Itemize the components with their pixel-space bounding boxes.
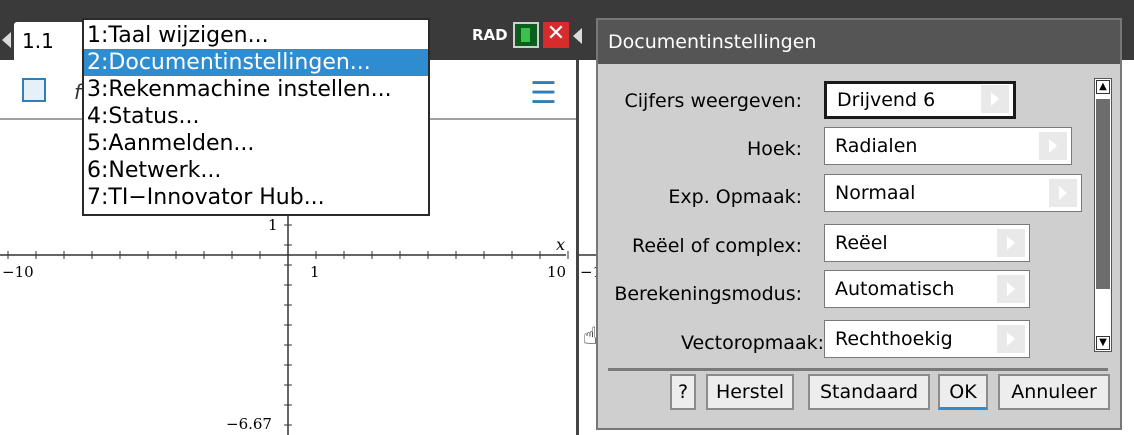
select-real-complex[interactable]: Reëel [824, 224, 1030, 262]
select-angle-value: Radialen [835, 135, 918, 157]
menu-item[interactable]: 4:Status... [84, 103, 428, 130]
label-angle: Hoek: [746, 138, 802, 160]
help-button[interactable]: ? [670, 374, 696, 410]
label-vector-format: Vectoropmaak: [680, 332, 824, 354]
select-exp-format-value: Normaal [835, 182, 916, 204]
select-display-digits[interactable]: Drijvend 6 [824, 81, 1016, 119]
menu-item-number: 2: [87, 50, 109, 75]
scrollbar-thumb[interactable] [1096, 99, 1110, 289]
dropdown-arrow-icon[interactable] [997, 325, 1025, 353]
dialog-title: Documentinstellingen [598, 20, 1120, 64]
menu-item[interactable]: 2:Documentinstellingen... [84, 49, 428, 76]
x-axis-label: x [556, 235, 565, 254]
menu-item[interactable]: 6:Netwerk... [84, 157, 428, 184]
menu-item[interactable]: 1:Taal wijzigen... [84, 22, 428, 49]
select-exp-format[interactable]: Normaal [824, 174, 1082, 212]
entry-line-toggle-icon[interactable] [22, 78, 46, 102]
menu-item-number: 6: [87, 158, 109, 183]
ok-button[interactable]: OK [938, 374, 988, 410]
menu-item[interactable]: 7:TI−Innovator Hub... [84, 184, 428, 211]
scrollbar[interactable]: ▲ ▼ [1094, 78, 1112, 352]
angle-mode-indicator: RAD [472, 26, 508, 44]
dropdown-arrow-icon[interactable] [997, 229, 1025, 257]
battery-icon [513, 22, 539, 48]
select-calc-mode-value: Automatisch [835, 278, 955, 300]
list-icon[interactable]: ☰ [530, 76, 557, 111]
field-clip: Vectoropmaak: Rechthoekig [598, 316, 1090, 364]
restore-button[interactable]: Herstel [706, 374, 794, 410]
dropdown-arrow-icon[interactable] [981, 85, 1009, 113]
y-tick-one-label: 1 [268, 216, 278, 234]
x-tick-one-label: 1 [310, 263, 320, 281]
label-display-digits: Cijfers weergeven: [624, 90, 802, 112]
select-real-complex-value: Reëel [835, 232, 888, 254]
select-vector-format-value: Rechthoekig [835, 328, 953, 350]
dropdown-arrow-icon[interactable] [1049, 179, 1077, 207]
tab-scroll-right-icon[interactable] [573, 28, 582, 44]
menu-item-number: 1: [87, 23, 109, 48]
function-entry-icon[interactable]: f [74, 80, 81, 104]
menu-item[interactable]: 3:Rekenmachine instellen... [84, 76, 428, 103]
dropdown-arrow-icon[interactable] [997, 275, 1025, 303]
menu-item-label: Netwerk... [108, 158, 222, 183]
select-vector-format[interactable]: Rechthoekig [824, 320, 1030, 358]
menu-item-label: TI−Innovator Hub... [108, 185, 325, 210]
close-icon[interactable]: ✕ [543, 22, 569, 48]
menu-item-label: Rekenmachine instellen... [108, 77, 392, 102]
y-min-label: −6.67 [226, 415, 272, 433]
menu-item-label: Aanmelden... [108, 131, 255, 156]
menu-item[interactable]: 5:Aanmelden... [84, 130, 428, 157]
menu-item-label: Status... [108, 104, 200, 129]
select-display-digits-value: Drijvend 6 [837, 89, 936, 111]
menu-item-number: 3: [87, 77, 109, 102]
label-real-complex: Reëel of complex: [631, 235, 802, 257]
menu-item-number: 5: [87, 131, 109, 156]
menu-item-number: 7: [87, 185, 109, 210]
document-settings-dialog: Documentinstellingen Cijfers weergeven: … [596, 18, 1122, 430]
scroll-down-icon[interactable]: ▼ [1096, 336, 1110, 350]
x-ticks [7, 251, 569, 259]
cancel-button[interactable]: Annuleer [998, 374, 1110, 410]
x-min-label: −10 [2, 263, 34, 281]
settings-menu: 1:Taal wijzigen... 2:Documentinstellingen… [82, 18, 430, 216]
x-max-label: 10 [547, 263, 566, 281]
default-button[interactable]: Standaard [808, 374, 930, 410]
tab-page[interactable]: 1.1 [14, 22, 84, 60]
select-calc-mode[interactable]: Automatisch [824, 270, 1030, 308]
menu-item-number: 4: [87, 104, 109, 129]
tab-scroll-left-icon[interactable] [2, 32, 11, 48]
label-calc-mode: Berekeningsmodus: [614, 283, 802, 305]
menu-item-label: Taal wijzigen... [108, 23, 269, 48]
scroll-up-icon[interactable]: ▲ [1096, 80, 1110, 94]
dialog-separator [608, 368, 1108, 371]
menu-item-label: Documentinstellingen... [108, 50, 371, 75]
label-exp-format: Exp. Opmaak: [668, 186, 802, 208]
select-angle[interactable]: Radialen [824, 127, 1072, 165]
dropdown-arrow-icon[interactable] [1039, 132, 1067, 160]
